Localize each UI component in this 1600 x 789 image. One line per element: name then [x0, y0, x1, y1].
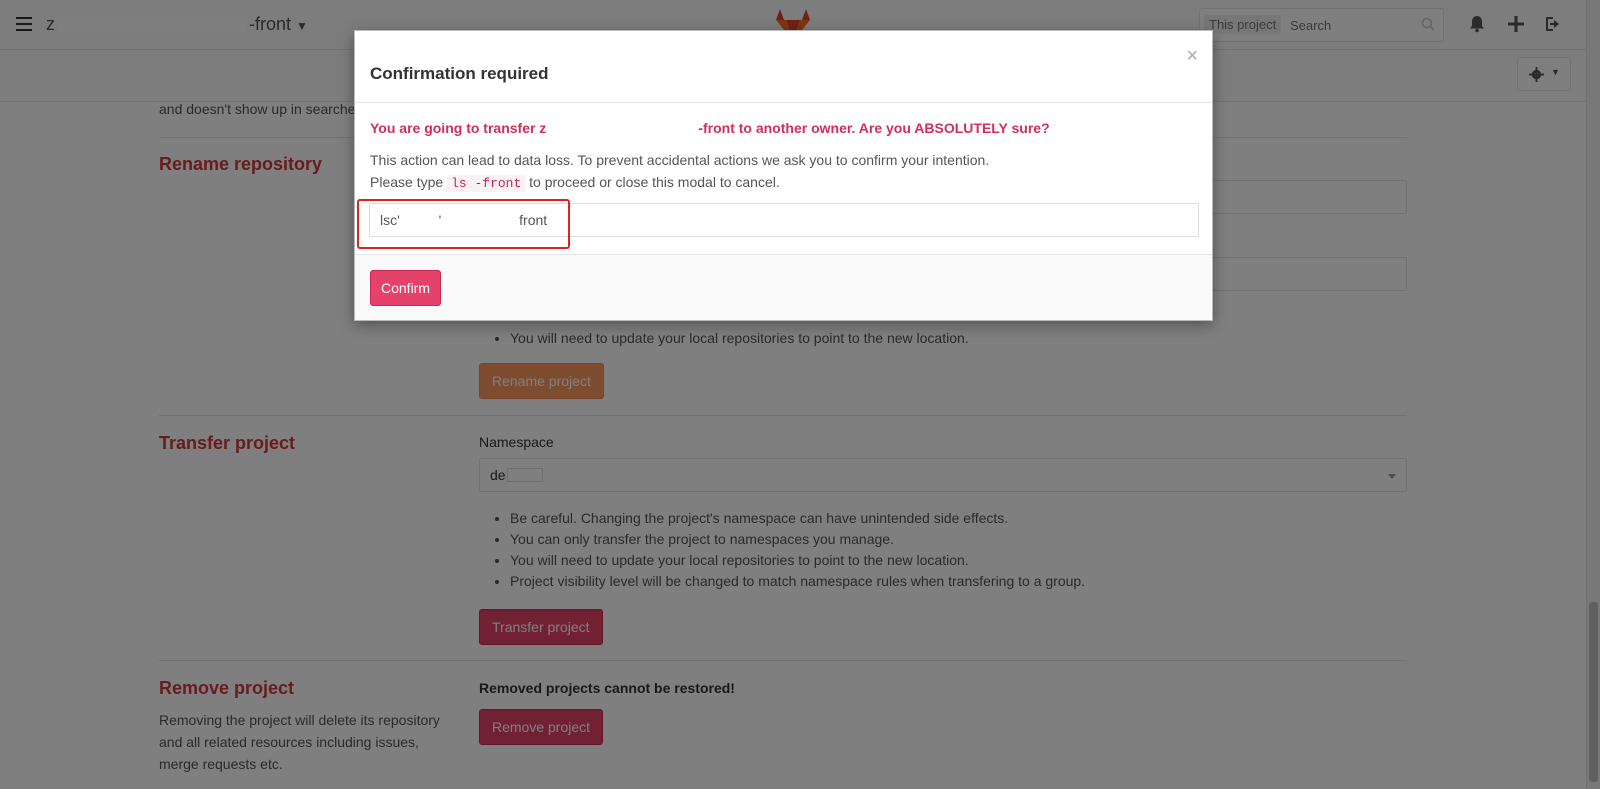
warning-start: You are going to transfer z	[370, 120, 547, 136]
modal-title: Confirmation required	[370, 64, 549, 83]
confirm-code: ls -front	[447, 175, 526, 192]
close-icon[interactable]: ×	[1186, 45, 1198, 68]
instruction-start: Please type	[370, 174, 444, 190]
modal-instruction: Please type ls -front to proceed or clos…	[370, 174, 780, 192]
confirm-button[interactable]: Confirm	[370, 270, 442, 306]
warning-end: -front to another owner. Are you ABSOLUT…	[698, 120, 1050, 136]
confirmation-modal: Confirmation required × You are going to…	[354, 30, 1213, 321]
transfer-warning: You are going to transfer z -front to ano…	[370, 120, 1050, 136]
confirm-name-input[interactable]	[369, 203, 1199, 237]
modal-header: Confirmation required ×	[355, 31, 1212, 103]
modal-description: This action can lead to data loss. To pr…	[370, 152, 990, 168]
modal-footer: Confirm	[355, 254, 1212, 320]
instruction-end: to proceed or close this modal to cancel…	[529, 174, 780, 190]
